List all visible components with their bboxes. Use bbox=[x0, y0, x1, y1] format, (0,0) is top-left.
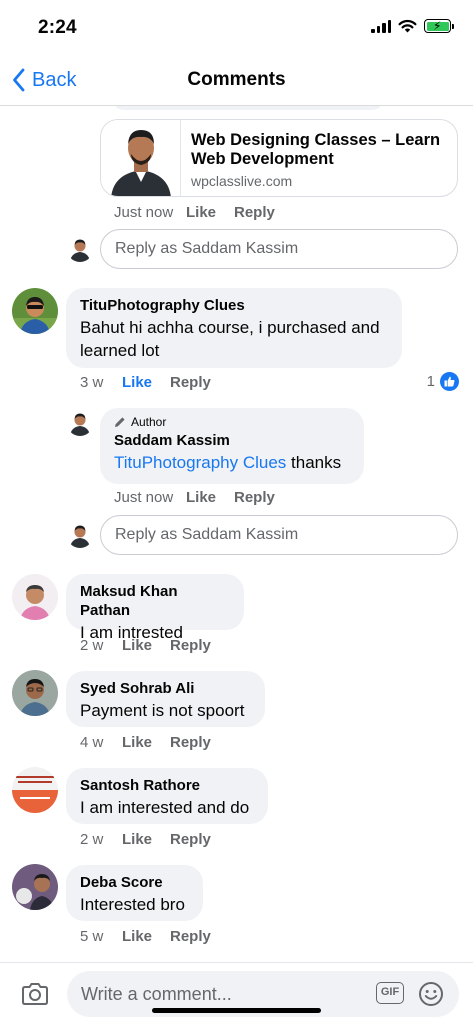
commenter-name[interactable]: Syed Sohrab Ali bbox=[80, 679, 251, 698]
like-button[interactable]: Like bbox=[122, 734, 170, 751]
reply-button[interactable]: Reply bbox=[170, 374, 211, 391]
home-indicator bbox=[152, 1008, 321, 1013]
comment-time: 5 w bbox=[80, 928, 104, 945]
link-preview-card[interactable]: Web Designing Classes – Learn Web Develo… bbox=[100, 119, 458, 197]
like-button[interactable]: Like bbox=[122, 374, 170, 391]
comment-text: Interested bro bbox=[80, 895, 185, 914]
nav-bar: Back Comments bbox=[0, 56, 473, 106]
comment-text: I am interested and do bbox=[80, 798, 250, 817]
comment-actions: 5 w Like Reply bbox=[80, 928, 211, 945]
my-avatar bbox=[67, 522, 93, 548]
camera-icon[interactable] bbox=[21, 982, 49, 1011]
reply-actions: Just now Like Reply bbox=[114, 489, 275, 506]
commenter-avatar[interactable] bbox=[12, 288, 58, 334]
link-domain: wpclasslive.com bbox=[191, 173, 293, 189]
comment-text: Payment is not spoort bbox=[80, 701, 245, 720]
comment-time: 2 w bbox=[80, 637, 104, 654]
like-count: 1 bbox=[426, 373, 435, 390]
commenter-avatar[interactable] bbox=[12, 767, 58, 813]
comment-time: Just now bbox=[114, 489, 174, 506]
reply-button[interactable]: Reply bbox=[234, 204, 275, 221]
author-badge: Author bbox=[114, 415, 350, 429]
pencil-icon bbox=[115, 417, 125, 427]
battery-icon: ⚡ bbox=[424, 19, 454, 33]
comment-actions: 4 w Like Reply bbox=[80, 734, 211, 751]
commenter-name[interactable]: Maksud Khan Pathan bbox=[80, 582, 230, 620]
like-button[interactable]: Like bbox=[122, 831, 170, 848]
cellular-signal-icon bbox=[371, 19, 391, 33]
link-comment-actions: Just now Like Reply bbox=[114, 204, 275, 221]
wifi-icon bbox=[398, 19, 417, 33]
comment-bubble[interactable]: TituPhotography Clues Bahut hi achha cou… bbox=[66, 288, 402, 368]
reply-button[interactable]: Reply bbox=[170, 637, 211, 654]
reaction-count[interactable]: 1 bbox=[427, 372, 459, 391]
commenter-name[interactable]: Deba Score bbox=[80, 873, 189, 892]
my-avatar bbox=[67, 236, 93, 262]
reply-button[interactable]: Reply bbox=[170, 831, 211, 848]
comment-actions: 2 w Like Reply bbox=[80, 831, 211, 848]
comment-bubble[interactable]: Syed Sohrab Ali Payment is not spoort bbox=[66, 671, 265, 727]
author-tag-label: Author bbox=[131, 415, 167, 429]
comment-actions: 2 w Like Reply bbox=[80, 637, 211, 654]
like-button[interactable]: Like bbox=[122, 928, 170, 945]
status-icons: ⚡ bbox=[371, 19, 454, 33]
comment-composer: Write a comment... GIF bbox=[0, 962, 473, 1024]
like-button[interactable]: Like bbox=[186, 204, 234, 221]
comment-bubble[interactable]: Maksud Khan Pathan I am intrested bbox=[66, 574, 244, 642]
commenter-name[interactable]: TituPhotography Clues bbox=[80, 296, 388, 315]
status-time: 2:24 bbox=[38, 17, 77, 38]
comment-time: Just now bbox=[114, 204, 174, 221]
reply-input[interactable]: Reply as Saddam Kassim bbox=[100, 515, 458, 555]
emoji-icon[interactable] bbox=[418, 981, 444, 1012]
comment-time: 4 w bbox=[80, 734, 104, 751]
comment-actions: 3 w Like Reply bbox=[80, 374, 211, 391]
mention-link[interactable]: TituPhotography Clues bbox=[114, 453, 286, 472]
reply-author-avatar[interactable] bbox=[67, 410, 93, 436]
link-title: Web Designing Classes – Learn Web Develo… bbox=[191, 131, 441, 168]
reply-input[interactable]: Reply as Saddam Kassim bbox=[100, 229, 458, 269]
link-thumbnail bbox=[101, 120, 181, 196]
reply-button[interactable]: Reply bbox=[170, 734, 211, 751]
comments-list[interactable]: Web Designing Classes – Learn Web Develo… bbox=[0, 106, 473, 962]
commenter-name[interactable]: Santosh Rathore bbox=[80, 776, 254, 795]
comment-time: 2 w bbox=[80, 831, 104, 848]
commenter-avatar[interactable] bbox=[12, 670, 58, 716]
reply-bubble[interactable]: Author Saddam Kassim TituPhotography Clu… bbox=[100, 408, 364, 484]
commenter-avatar[interactable] bbox=[12, 864, 58, 910]
commenter-avatar[interactable] bbox=[12, 574, 58, 620]
reply-button[interactable]: Reply bbox=[170, 928, 211, 945]
reply-button[interactable]: Reply bbox=[234, 489, 275, 506]
status-bar: 2:24 ⚡ bbox=[0, 0, 473, 56]
comment-bubble[interactable]: Santosh Rathore I am interested and do bbox=[66, 768, 268, 824]
reply-text: thanks bbox=[286, 453, 342, 472]
comment-bubble[interactable]: Deba Score Interested bro bbox=[66, 865, 203, 921]
comment-text: Bahut hi achha course, i purchased and l… bbox=[80, 318, 380, 360]
like-button[interactable]: Like bbox=[122, 637, 170, 654]
page-title: Comments bbox=[187, 69, 286, 90]
comment-time: 3 w bbox=[80, 374, 104, 391]
thumbs-up-icon bbox=[440, 372, 459, 391]
gif-button[interactable]: GIF bbox=[376, 982, 404, 1004]
like-button[interactable]: Like bbox=[186, 489, 234, 506]
reply-author-name[interactable]: Saddam Kassim bbox=[114, 431, 350, 450]
previous-comment-bubble bbox=[112, 106, 384, 110]
